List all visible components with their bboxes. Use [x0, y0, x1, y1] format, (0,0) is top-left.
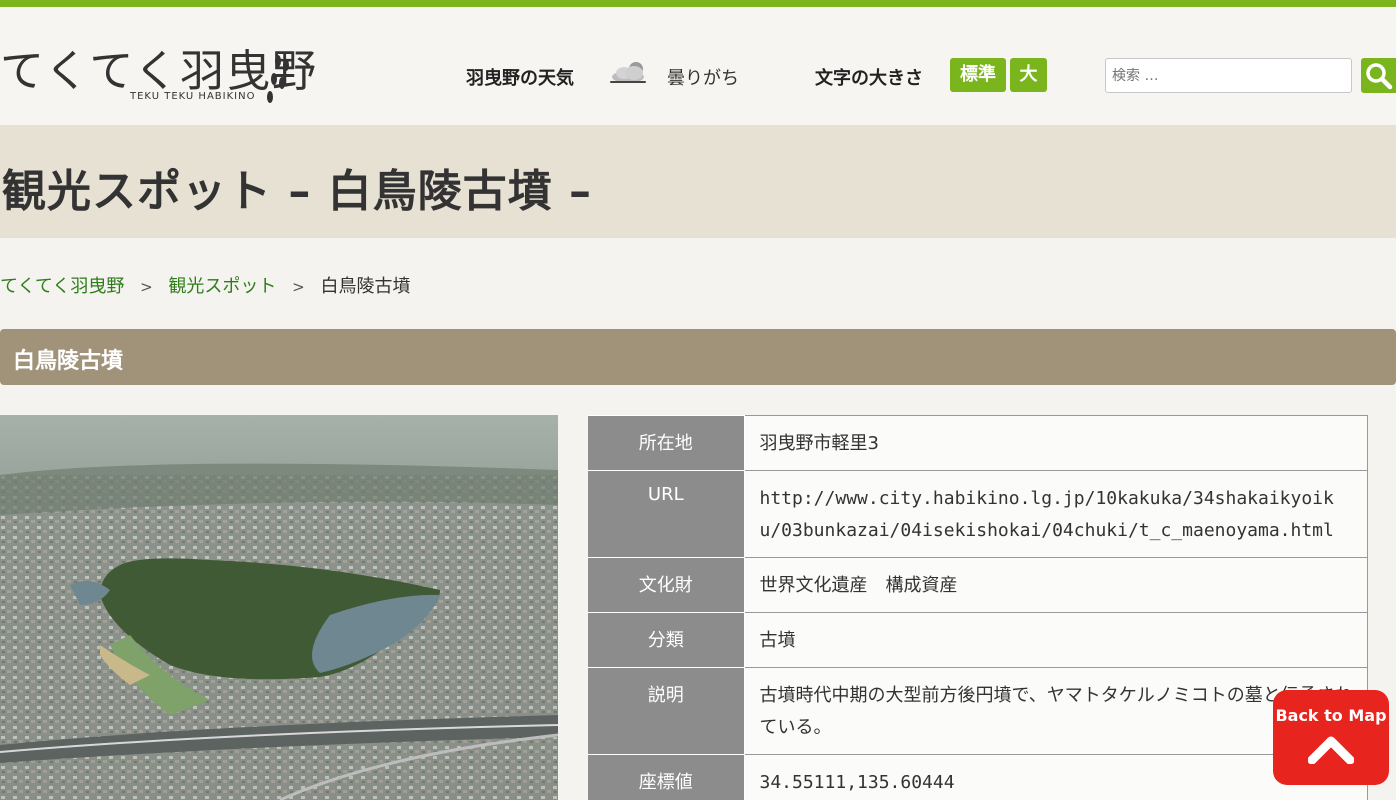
search-input[interactable]	[1105, 58, 1352, 93]
table-row: 文化財 世界文化遺産 構成資産	[588, 557, 1368, 613]
row-value: 羽曳野市軽里3	[743, 415, 1368, 471]
breadcrumb-separator: >	[140, 278, 153, 296]
row-label: 座標値	[588, 754, 745, 800]
aerial-photo	[0, 415, 558, 800]
chevron-up-icon	[1308, 736, 1354, 764]
weather-label: 羽曳野の天気	[466, 68, 574, 89]
breadcrumb-spots-link[interactable]: 観光スポット	[168, 276, 276, 297]
row-label: 文化財	[588, 557, 745, 613]
fontsize-large-button[interactable]: 大	[1010, 58, 1047, 92]
search-button[interactable]	[1361, 58, 1396, 93]
row-value: 世界文化遺産 構成資産	[743, 557, 1368, 613]
section-header: 白鳥陵古墳	[0, 329, 1396, 385]
fontsize-normal-button[interactable]: 標準	[950, 58, 1006, 92]
breadcrumb-separator: >	[292, 278, 305, 296]
table-row: 説明 古墳時代中期の大型前方後円墳で、ヤマトタケルノミコトの墓と伝承されている。	[588, 667, 1368, 755]
row-label: 説明	[588, 667, 745, 755]
table-row: 座標値 34.55111,135.60444	[588, 754, 1368, 800]
cloudy-icon	[610, 62, 646, 83]
table-row: 分類 古墳	[588, 612, 1368, 668]
row-label: 所在地	[588, 415, 745, 471]
table-row: 所在地 羽曳野市軽里3	[588, 415, 1368, 471]
magnifier-icon	[1366, 63, 1393, 90]
site-logo[interactable]: てくてく羽曳野 TEKU TEKU HABIKINO	[0, 35, 316, 111]
title-band: 観光スポット – 白鳥陵古墳 –	[0, 125, 1396, 238]
table-row: URL http://www.city.habikino.lg.jp/10kak…	[588, 470, 1368, 558]
breadcrumb: てくてく羽曳野 > 観光スポット > 白鳥陵古墳	[0, 272, 410, 298]
breadcrumb-home-link[interactable]: てくてく羽曳野	[0, 276, 124, 297]
logo-subtitle: TEKU TEKU HABIKINO	[130, 91, 256, 102]
back-to-map-label: Back to Map	[1275, 706, 1387, 725]
row-label: 分類	[588, 612, 745, 668]
section-title: 白鳥陵古墳	[13, 349, 124, 374]
site-header: てくてく羽曳野 TEKU TEKU HABIKINO 羽曳野の天気 曇りがち 文…	[0, 7, 1396, 125]
breadcrumb-current: 白鳥陵古墳	[320, 276, 411, 297]
url-link[interactable]: http://www.city.habikino.lg.jp/10kakuka/…	[743, 470, 1368, 558]
fontsize-label: 文字の大きさ	[815, 68, 923, 89]
info-table: 所在地 羽曳野市軽里3 URL http://www.city.habikino…	[588, 415, 1368, 800]
page-title: 観光スポット – 白鳥陵古墳 –	[2, 166, 592, 217]
top-accent-bar	[0, 0, 1396, 7]
row-label: URL	[588, 470, 745, 558]
row-value: 古墳	[743, 612, 1368, 668]
footprints-icon	[267, 55, 289, 103]
weather-text: 曇りがち	[667, 68, 739, 89]
back-to-map-button[interactable]: Back to Map	[1273, 690, 1389, 785]
